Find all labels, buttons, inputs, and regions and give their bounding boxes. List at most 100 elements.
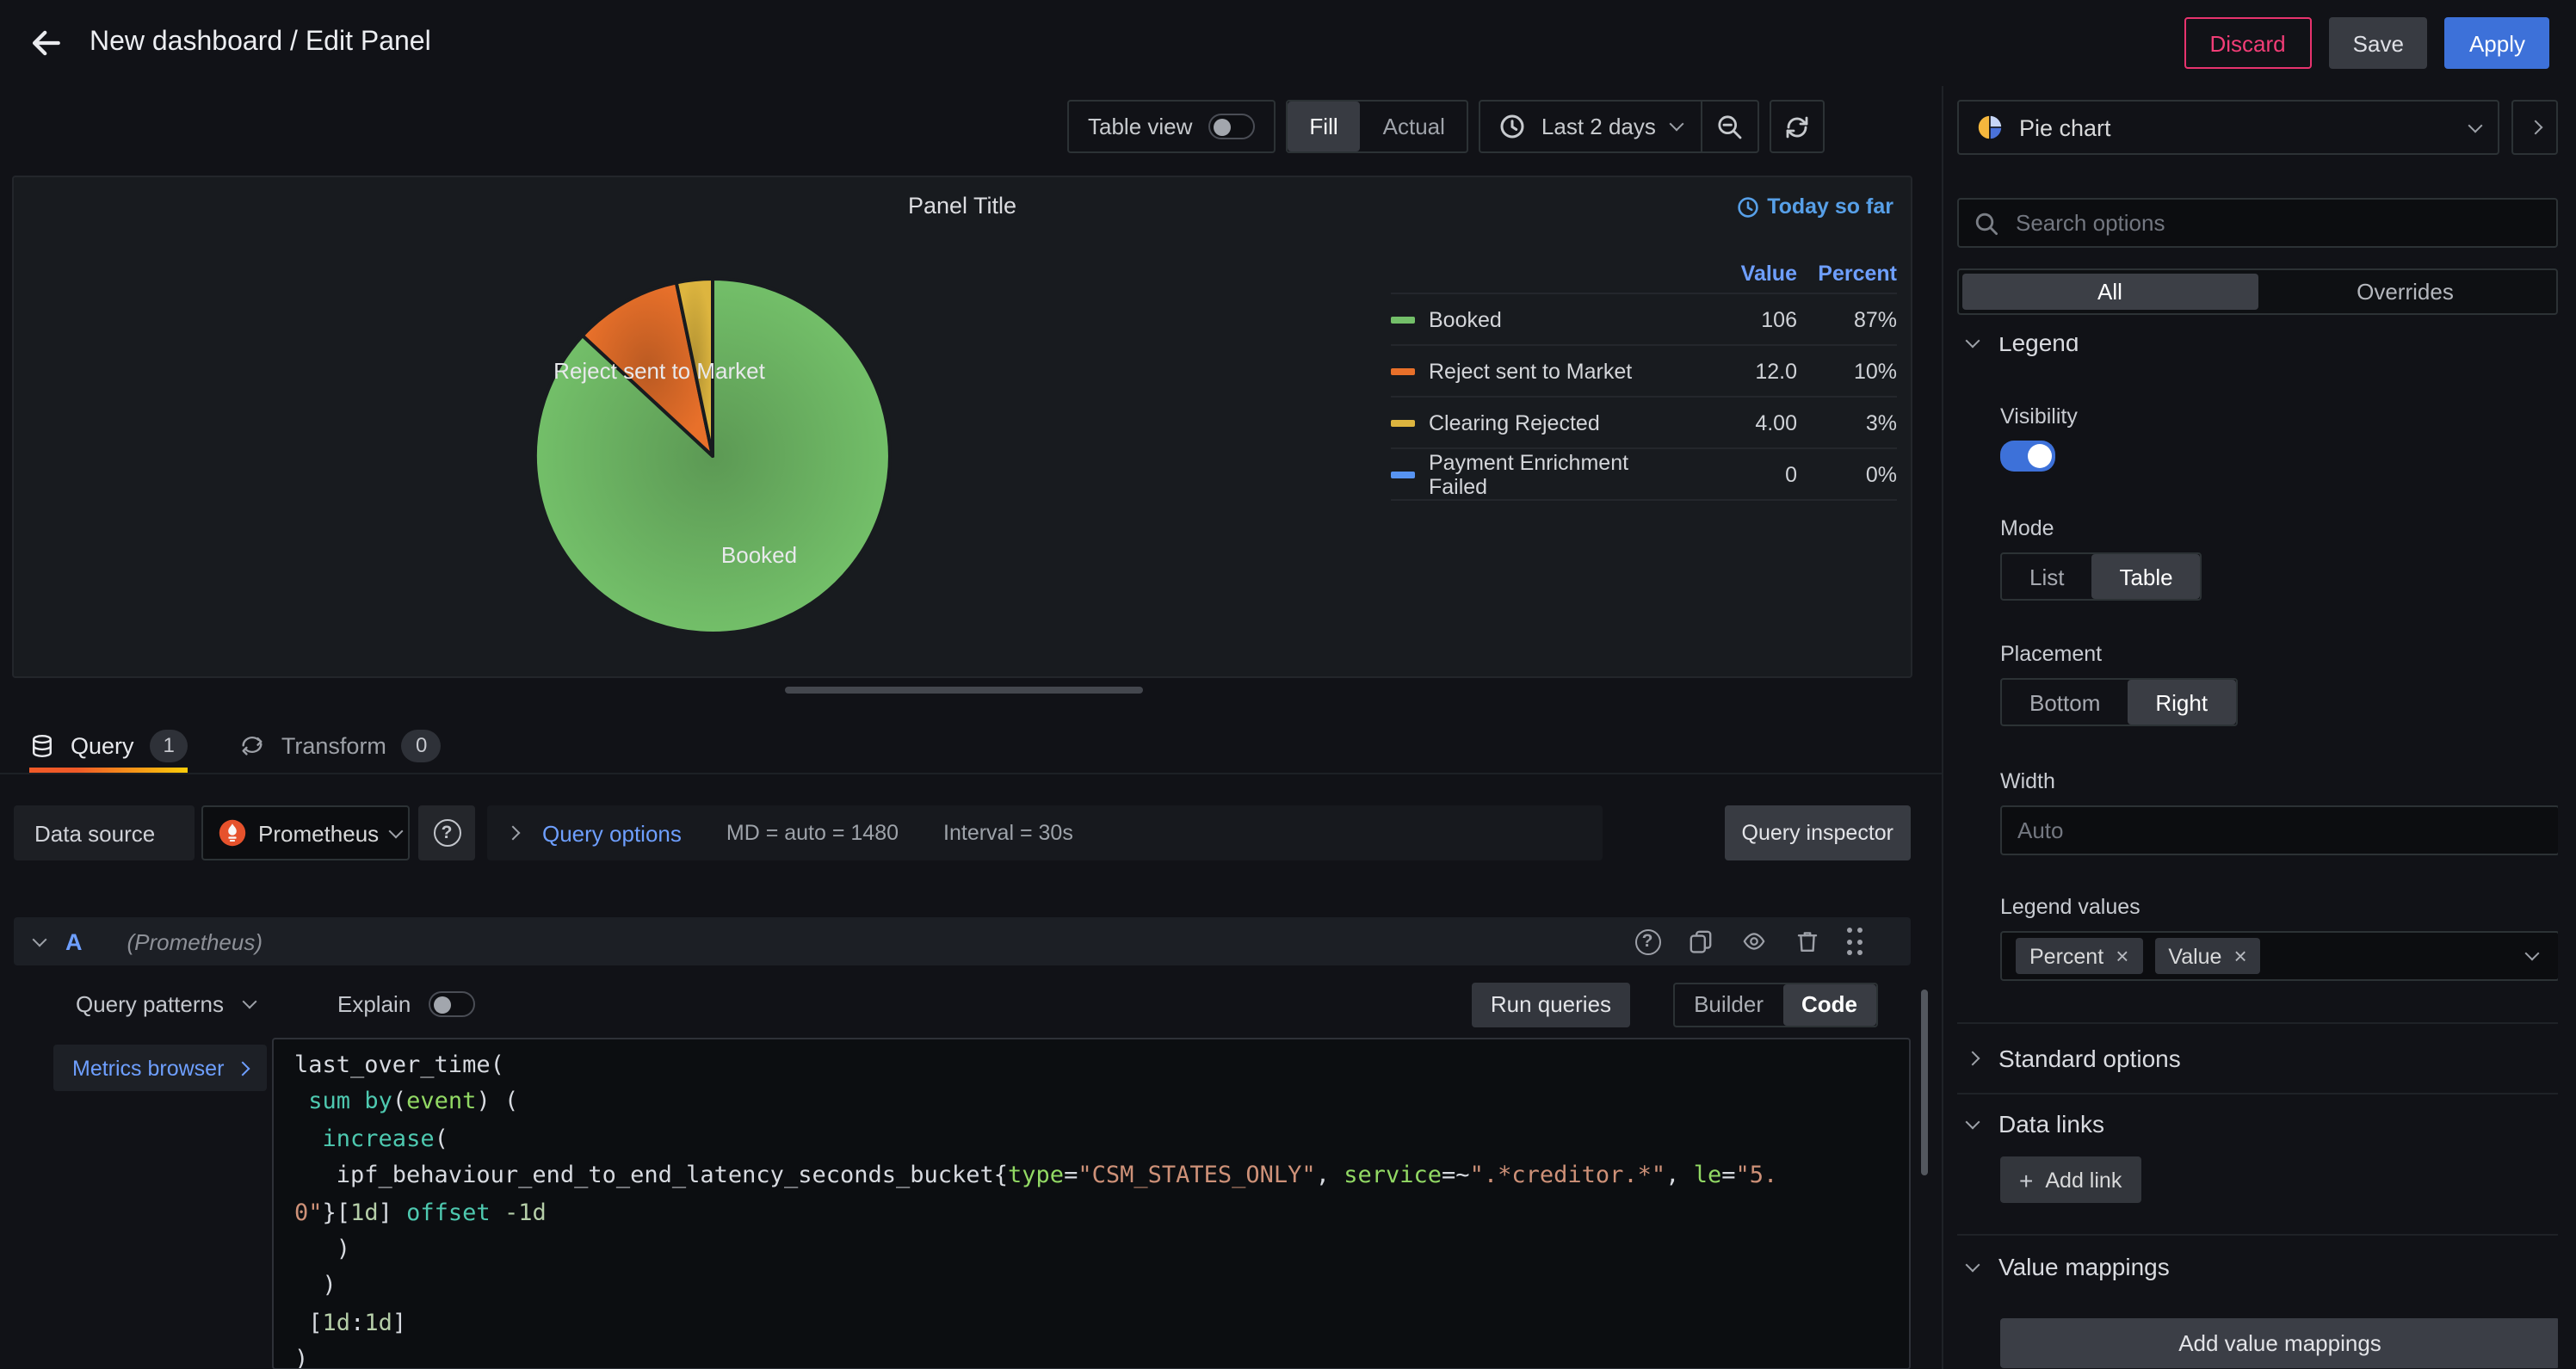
save-button[interactable]: Save [2329,17,2428,69]
tab-overrides[interactable]: Overrides [2258,274,2553,310]
tab-all[interactable]: All [1962,274,2258,310]
datasource-name: Prometheus [258,820,379,846]
query-inspector-button[interactable]: Query inspector [1725,805,1911,860]
delete-query-trash-icon[interactable] [1795,929,1819,953]
chevron-down-icon [1966,1257,1980,1272]
add-link-label: Add link [2045,1168,2122,1192]
legend-table-body: Booked10687%Reject sent to Market12.010%… [1391,294,1897,501]
series-percent: 10% [1797,359,1897,383]
discard-button[interactable]: Discard [2184,17,2312,69]
chevron-down-icon [389,823,404,838]
chevron-down-icon [1966,337,1980,347]
builder-option[interactable]: Builder [1675,984,1782,1025]
series-color-swatch[interactable] [1391,367,1415,374]
fill-actual-group: Fill Actual [1285,100,1469,153]
section-legend-header[interactable]: Legend [1957,337,2558,360]
query-options-link: Query options [542,820,682,846]
table-view-control: Table view [1067,100,1275,153]
section-value-mappings[interactable]: Value mappings [1957,1236,2558,1270]
placement-right-option[interactable]: Right [2128,680,2235,725]
query-row-actions: ? [1634,928,1863,955]
legend-table-row[interactable]: Booked10687% [1391,294,1897,346]
mode-list-option[interactable]: List [2002,554,2091,599]
panel-resize-handle[interactable] [785,687,1143,694]
query-help-icon[interactable]: ? [1634,928,1660,954]
chip-percent[interactable]: Percent × [2016,938,2142,974]
collapse-query-icon[interactable] [33,932,47,947]
run-queries-button[interactable]: Run queries [1472,982,1630,1027]
options-search [1957,198,2558,248]
mode-table-option[interactable]: Table [2091,554,2200,599]
panel-preview: Panel Title Today so far BookedReject se… [12,176,1912,678]
main-scrollbar-thumb[interactable] [1921,990,1928,1175]
tab-query[interactable]: Query 1 [29,718,188,773]
legend-width-input[interactable] [2000,805,2558,855]
query-options-bar[interactable]: Query options MD = auto = 1480 Interval … [487,805,1603,860]
series-label: Clearing Rejected [1429,410,1600,435]
drag-query-handle-icon[interactable] [1846,928,1863,955]
legend-visibility-toggle[interactable] [2000,441,2055,472]
visualization-name: Pie chart [2019,114,2455,140]
time-range-button[interactable]: Last 2 days [1481,114,1701,139]
search-icon [1974,211,1998,235]
interval-value: Interval = 30s [943,821,1073,845]
options-search-input[interactable] [2012,208,2541,237]
help-icon: ? [433,819,460,847]
explain-toggle[interactable] [428,991,474,1017]
standard-options-title: Standard options [1998,1045,2181,1072]
zoom-out-button[interactable] [1702,113,1757,140]
remove-chip-icon[interactable]: × [2116,943,2128,969]
legend-table-row[interactable]: Payment Enrichment Failed00% [1391,449,1897,501]
time-override-note[interactable]: Today so far [1736,194,1893,219]
placement-bottom-option[interactable]: Bottom [2002,680,2128,725]
explain-label: Explain [337,991,411,1017]
series-color-swatch[interactable] [1391,419,1415,426]
series-color-swatch[interactable] [1391,316,1415,323]
time-picker: Last 2 days [1480,100,1759,153]
header-actions: Discard Save Apply [2184,17,2550,69]
duplicate-query-icon[interactable] [1688,929,1712,953]
table-view-toggle[interactable] [1208,114,1254,139]
series-color-swatch[interactable] [1391,471,1415,478]
hide-query-eye-icon[interactable] [1739,929,1767,953]
back-arrow-icon[interactable] [28,28,62,59]
visualization-picker[interactable]: Pie chart [1957,100,2499,155]
promql-code-editor[interactable]: last_over_time( sum by(event) ( increase… [272,1038,1911,1369]
actual-option[interactable]: Actual [1361,102,1467,151]
add-value-mappings-button[interactable]: Add value mappings [2000,1318,2558,1368]
chip-value[interactable]: Value × [2154,938,2260,974]
chevron-down-icon [1669,117,1683,132]
top-header: New dashboard / Edit Panel Discard Save … [0,0,2576,86]
panel-title[interactable]: Panel Title [14,193,1911,219]
code-line: increase( [294,1122,1888,1159]
legend-table-row[interactable]: Reject sent to Market12.010% [1391,346,1897,398]
query-patterns-dropdown[interactable]: Query patterns [76,991,255,1017]
time-override-label: Today so far [1767,194,1893,219]
metrics-browser-button[interactable]: Metrics browser [53,1045,267,1091]
legend-col-percent[interactable]: Percent [1797,261,1897,285]
fill-option[interactable]: Fill [1287,102,1360,151]
datasource-help-button[interactable]: ? [418,805,475,860]
datasource-picker[interactable]: Prometheus [201,805,410,860]
section-legend-title: Legend [1998,337,2079,356]
panel-options-sidebar: Pie chart All Overrides Legend V [1942,86,2576,1369]
refresh-button[interactable] [1770,100,1825,153]
legend-col-value[interactable]: Value [1690,261,1797,285]
data-links-body: + Add link [1957,1156,2558,1203]
query-row-header: A (Prometheus) ? [14,917,1911,965]
code-option[interactable]: Code [1782,984,1876,1025]
legend-values-select[interactable]: Percent × Value × [2000,931,2558,981]
section-data-links[interactable]: Data links [1957,1095,2558,1129]
query-ref-id[interactable]: A [65,928,83,954]
tab-transform[interactable]: Transform 0 [240,718,441,773]
collapse-options-button[interactable] [2511,100,2558,155]
remove-chip-icon[interactable]: × [2233,943,2246,969]
add-link-button[interactable]: + Add link [2000,1156,2140,1203]
section-standard-options[interactable]: Standard options [1957,1024,2558,1093]
code-line: ipf_behaviour_end_to_end_latency_seconds… [294,1158,1888,1195]
series-value: 106 [1690,307,1797,331]
database-icon [29,732,55,758]
tab-transform-label: Transform [281,732,386,758]
legend-table-row[interactable]: Clearing Rejected4.003% [1391,398,1897,449]
apply-button[interactable]: Apply [2445,17,2549,69]
